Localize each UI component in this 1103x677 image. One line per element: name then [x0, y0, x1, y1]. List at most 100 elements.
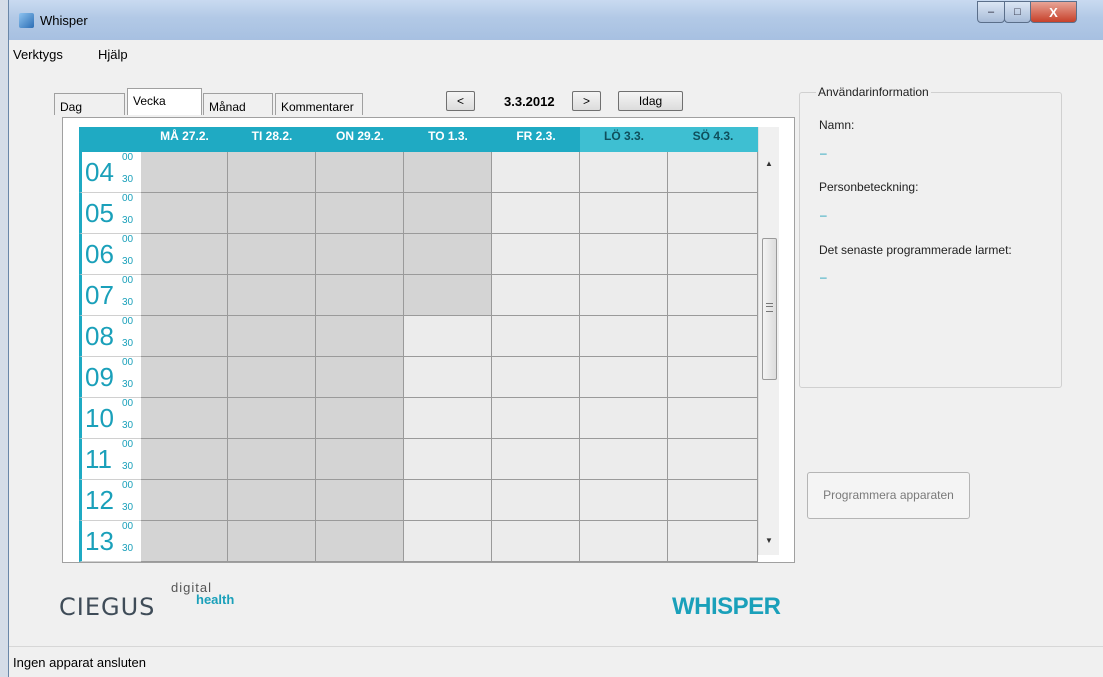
calendar-cell[interactable]: [580, 152, 668, 193]
calendar-cell[interactable]: [228, 439, 316, 480]
calendar-cell[interactable]: [668, 275, 758, 316]
hour-row: 13 00 30: [79, 521, 758, 562]
calendar-cell[interactable]: [404, 480, 492, 521]
calendar-cell[interactable]: [141, 193, 228, 234]
calendar-cell[interactable]: [141, 152, 228, 193]
name-value: –: [820, 146, 827, 160]
menu-hjalp[interactable]: Hjälp: [98, 47, 128, 62]
today-button[interactable]: Idag: [618, 91, 683, 111]
calendar-cell[interactable]: [580, 480, 668, 521]
minute-00: 00: [122, 193, 134, 204]
next-week-button[interactable]: >: [572, 91, 601, 111]
minute-00: 00: [122, 439, 134, 450]
prev-week-button[interactable]: <: [446, 91, 475, 111]
calendar-cell[interactable]: [492, 275, 580, 316]
hour-number: 04: [85, 157, 114, 187]
calendar-cell[interactable]: [141, 521, 228, 562]
calendar-cell[interactable]: [141, 439, 228, 480]
calendar-cell[interactable]: [668, 234, 758, 275]
calendar-cell[interactable]: [228, 480, 316, 521]
calendar-cell[interactable]: [404, 398, 492, 439]
calendar-cell[interactable]: [668, 398, 758, 439]
calendar-cell[interactable]: [492, 357, 580, 398]
calendar-cell[interactable]: [492, 398, 580, 439]
calendar-cell[interactable]: [404, 193, 492, 234]
calendar-cell[interactable]: [580, 357, 668, 398]
calendar-cell[interactable]: [316, 357, 404, 398]
calendar-cell[interactable]: [404, 357, 492, 398]
calendar-cell[interactable]: [141, 398, 228, 439]
calendar-cell[interactable]: [228, 398, 316, 439]
calendar-cell[interactable]: [492, 316, 580, 357]
calendar-cell[interactable]: [228, 357, 316, 398]
minimize-button[interactable]: ‒: [977, 1, 1005, 23]
calendar-cell[interactable]: [228, 193, 316, 234]
calendar-cell[interactable]: [228, 275, 316, 316]
calendar-cell[interactable]: [316, 152, 404, 193]
scrollbar-thumb[interactable]: [762, 238, 777, 380]
tab-vecka[interactable]: Vecka: [127, 88, 202, 115]
calendar-cell[interactable]: [316, 398, 404, 439]
calendar-cell[interactable]: [141, 316, 228, 357]
calendar-cell[interactable]: [316, 439, 404, 480]
calendar-cell[interactable]: [492, 152, 580, 193]
calendar-cell[interactable]: [404, 152, 492, 193]
logo-ciegus-text: CIEGUS: [59, 593, 156, 621]
minute-30: 30: [122, 297, 134, 308]
calendar-cell[interactable]: [316, 275, 404, 316]
maximize-button[interactable]: □: [1004, 1, 1031, 23]
calendar-cell[interactable]: [668, 521, 758, 562]
calendar-cell[interactable]: [404, 316, 492, 357]
calendar-cell[interactable]: [668, 152, 758, 193]
calendar-cell[interactable]: [668, 439, 758, 480]
calendar-cell[interactable]: [668, 480, 758, 521]
calendar-cell[interactable]: [580, 275, 668, 316]
close-button[interactable]: X: [1030, 1, 1077, 23]
calendar-cell[interactable]: [316, 234, 404, 275]
calendar-cell[interactable]: [228, 234, 316, 275]
calendar-cell[interactable]: [492, 480, 580, 521]
calendar-scrollbar[interactable]: ▲ ▼: [758, 127, 779, 555]
minute-30: 30: [122, 215, 134, 226]
hour-label: 13 00 30: [79, 521, 141, 562]
calendar-cell[interactable]: [404, 521, 492, 562]
menu-verktygs[interactable]: Verktygs: [13, 47, 63, 62]
calendar-cell[interactable]: [404, 439, 492, 480]
calendar-cell[interactable]: [228, 152, 316, 193]
calendar-cell[interactable]: [580, 398, 668, 439]
calendar-cell[interactable]: [404, 234, 492, 275]
calendar-cell[interactable]: [668, 316, 758, 357]
tab-dag[interactable]: Dag: [54, 93, 125, 115]
calendar-cell[interactable]: [492, 193, 580, 234]
scroll-down-arrow-icon[interactable]: ▼: [759, 532, 779, 550]
calendar-cell[interactable]: [316, 316, 404, 357]
hour-number: 07: [85, 280, 114, 310]
calendar-cell[interactable]: [316, 193, 404, 234]
calendar-cell[interactable]: [141, 480, 228, 521]
calendar-cell[interactable]: [141, 234, 228, 275]
minute-30: 30: [122, 338, 134, 349]
calendar-cell[interactable]: [492, 234, 580, 275]
calendar-cell[interactable]: [228, 316, 316, 357]
program-device-button[interactable]: Programmera apparaten: [807, 472, 970, 519]
calendar-cell[interactable]: [316, 480, 404, 521]
calendar-cell[interactable]: [492, 439, 580, 480]
calendar-cell[interactable]: [141, 275, 228, 316]
calendar-cell[interactable]: [404, 275, 492, 316]
calendar-cell[interactable]: [580, 193, 668, 234]
calendar-cell[interactable]: [668, 357, 758, 398]
scroll-up-arrow-icon[interactable]: ▲: [759, 155, 779, 173]
calendar-cell[interactable]: [492, 521, 580, 562]
calendar-cell[interactable]: [668, 193, 758, 234]
tab-kommentarer[interactable]: Kommentarer: [275, 93, 363, 115]
tab-manad[interactable]: Månad: [203, 93, 273, 115]
title-bar[interactable]: Whisper ‒ □ X: [9, 0, 1103, 40]
calendar-cell[interactable]: [580, 316, 668, 357]
hour-number: 05: [85, 198, 114, 228]
calendar-cell[interactable]: [580, 234, 668, 275]
calendar-cell[interactable]: [228, 521, 316, 562]
calendar-cell[interactable]: [580, 439, 668, 480]
calendar-cell[interactable]: [580, 521, 668, 562]
calendar-cell[interactable]: [316, 521, 404, 562]
calendar-cell[interactable]: [141, 357, 228, 398]
